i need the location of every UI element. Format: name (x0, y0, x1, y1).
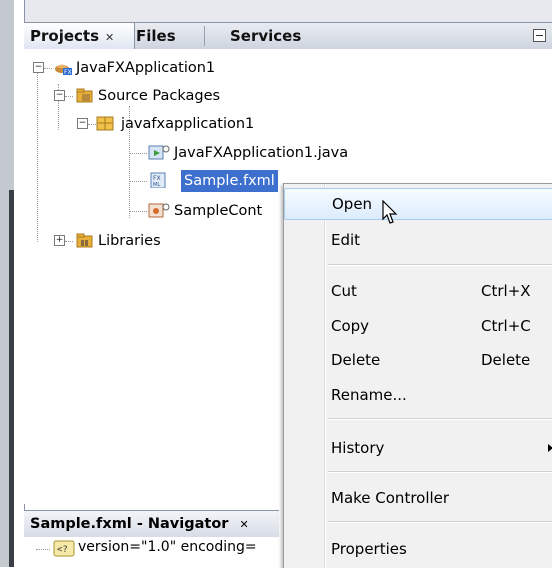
tree-connector (129, 211, 147, 212)
controller-file-label: SampleCont (174, 203, 263, 219)
panel-top-strip (25, 0, 552, 22)
tree-connector (65, 96, 73, 97)
collapse-icon[interactable]: − (54, 90, 65, 101)
menu-item-open[interactable]: Open (284, 188, 552, 220)
menu-item-label: Cut (331, 282, 357, 300)
menu-item-make-controller[interactable]: Make Controller (284, 483, 552, 513)
menu-item-shortcut: Ctrl+X (481, 282, 531, 300)
svg-text:FX: FX (153, 175, 161, 182)
tab-projects-close-icon[interactable]: ✕ (105, 31, 114, 44)
java-file-icon (148, 145, 170, 160)
tab-files[interactable]: Files (130, 23, 206, 49)
menu-item-rename[interactable]: Rename... (284, 380, 552, 410)
menu-item-label: History (331, 439, 385, 457)
tab-projects[interactable]: Projects ✕ (24, 23, 135, 49)
tree-connector (36, 549, 50, 550)
tree-connector (65, 241, 73, 242)
editor-edge (0, 0, 14, 567)
menu-separator (328, 264, 552, 266)
menu-item-history[interactable]: History (284, 433, 552, 463)
tree-connector (44, 68, 52, 69)
libraries-label: Libraries (98, 233, 161, 249)
project-name: JavaFXApplication1 (76, 60, 216, 76)
source-folder-icon (76, 88, 93, 103)
menu-item-shortcut: Delete (481, 351, 531, 369)
tree-node-libraries[interactable]: + Libraries (24, 230, 324, 252)
navigator-title-text: Sample.fxml - Navigator (30, 516, 229, 532)
tree-connector (129, 153, 147, 154)
collapse-icon[interactable]: − (77, 118, 88, 129)
menu-separator (328, 521, 552, 523)
xml-declaration-icon: <? (53, 540, 75, 557)
menu-item-label: Copy (331, 317, 370, 335)
java-file-label: JavaFXApplication1.java (174, 145, 349, 161)
tab-projects-label: Projects (30, 27, 100, 45)
source-packages-label: Source Packages (98, 88, 221, 104)
menu-item-label: Delete (331, 351, 381, 369)
tree-node-source-packages[interactable]: − Source Packages (24, 85, 324, 107)
package-icon (96, 116, 114, 131)
svg-text:FX: FX (64, 69, 72, 75)
svg-text:<?: <? (57, 545, 68, 555)
tree-connector (88, 124, 96, 125)
menu-item-delete[interactable]: Delete Delete (284, 345, 552, 375)
menu-item-label: Properties (331, 540, 407, 558)
tree-connector (129, 181, 147, 182)
menu-item-copy[interactable]: Copy Ctrl+C (284, 311, 552, 341)
menu-item-cut[interactable]: Cut Ctrl+X (284, 276, 552, 306)
projects-tabbar: Projects ✕ Files Services (24, 22, 552, 50)
tree-node-project[interactable]: − FX JavaFXApplication1 (24, 57, 324, 79)
navigator-close-icon[interactable]: ✕ (240, 518, 249, 531)
libraries-folder-icon (76, 233, 93, 248)
java-class-icon (148, 203, 170, 218)
javafx-project-icon: FX (55, 64, 72, 75)
navigator-body: <? version="1.0" encoding= (24, 537, 279, 567)
menu-item-properties[interactable]: Properties (284, 534, 552, 564)
menu-separator (328, 418, 552, 420)
menu-item-shortcut: Ctrl+C (481, 317, 531, 335)
tab-divider (204, 26, 205, 46)
menu-item-label: Make Controller (331, 489, 450, 507)
mouse-cursor-icon (382, 200, 398, 224)
fxml-file-icon: FXML (150, 172, 166, 188)
submenu-arrow-icon (548, 444, 552, 452)
menu-item-edit[interactable]: Edit (284, 225, 552, 255)
context-menu: Open Edit Cut Ctrl+X Copy Ctrl+C Delete Del… (283, 183, 552, 568)
menu-item-label: Rename... (331, 386, 407, 404)
tree-node-file[interactable]: JavaFXApplication1.java (24, 142, 354, 164)
tab-services[interactable]: Services (224, 23, 320, 49)
svg-text:ML: ML (153, 182, 160, 188)
navigator-header: Sample.fxml - Navigator ✕ (24, 510, 279, 538)
tab-services-label: Services (230, 27, 302, 45)
collapse-icon[interactable]: − (33, 62, 44, 73)
editor-edge-shadow (9, 190, 14, 567)
expand-icon[interactable]: + (54, 235, 65, 246)
selected-file-label: Sample.fxml (181, 170, 278, 192)
package-label: javafxapplication1 (121, 116, 255, 132)
xml-declaration-text[interactable]: version="1.0" encoding= (78, 539, 257, 555)
menu-item-label: Open (332, 195, 373, 213)
navigator-title[interactable]: Sample.fxml - Navigator ✕ (30, 511, 249, 537)
menu-item-label: Edit (331, 231, 361, 249)
minimize-window-button[interactable] (533, 29, 546, 42)
menu-separator (328, 471, 552, 473)
tab-files-label: Files (136, 27, 176, 45)
tree-node-package[interactable]: − javafxapplication1 (24, 113, 324, 135)
